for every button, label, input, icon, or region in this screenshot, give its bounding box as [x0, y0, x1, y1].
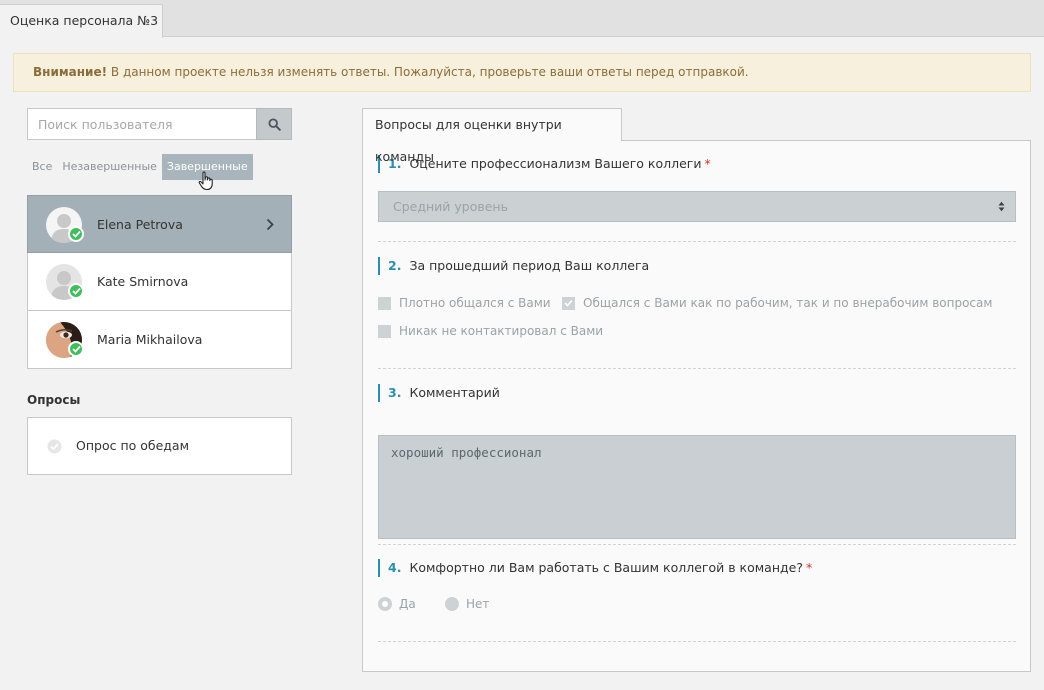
checkbox-label: Общался с Вами как по рабочим, так и по … [583, 296, 993, 310]
polls-heading: Опросы [27, 393, 81, 407]
question-text: За прошедший период Ваш коллега [409, 258, 650, 273]
filter-all[interactable]: Все [27, 154, 57, 180]
radio-option-no[interactable]: Нет [445, 597, 489, 611]
professionalism-select[interactable]: Средний уровень [378, 191, 1016, 222]
divider [378, 641, 1016, 642]
hand-cursor-icon [198, 171, 213, 191]
user-name: Maria Mikhailova [97, 332, 203, 347]
radio-label: Да [399, 597, 416, 611]
search-button[interactable] [256, 108, 292, 140]
completed-check-icon [68, 283, 84, 299]
alert-strong: Внимание! [33, 65, 108, 79]
question-text: Комментарий [409, 385, 500, 400]
divider [378, 544, 1016, 545]
checkbox-label: Никак не контактировал с Вами [399, 324, 604, 338]
select-value: Средний уровень [393, 199, 508, 214]
warning-alert: Внимание! В данном проекте нельзя изменя… [13, 53, 1031, 92]
question-2: 2. За прошедший период Ваш коллега Плотно… [378, 257, 1016, 369]
question-header: 3. Комментарий [378, 384, 1016, 402]
alert-text: В данном проекте нельзя изменять ответы.… [110, 65, 749, 79]
user-item-maria-mikhailova[interactable]: Maria Mikhailova [27, 311, 292, 369]
user-list: Elena Petrova Kate Smirnova Maria Mikhai… [27, 195, 292, 369]
question-1: 1.Оцените профессионализм Вашего коллеги… [378, 155, 1016, 242]
question-3: 3. Комментарий хороший профессионал [378, 384, 1016, 545]
search-input[interactable] [27, 108, 257, 140]
question-number: 4. [388, 560, 402, 575]
checkbox-checked[interactable] [562, 296, 575, 310]
user-name: Kate Smirnova [97, 274, 189, 289]
completed-check-icon [68, 226, 84, 242]
checkbox[interactable] [378, 296, 391, 310]
radio-label: Нет [466, 597, 490, 611]
poll-check-icon [47, 439, 62, 454]
question-text: Оцените профессионализм Вашего коллеги [409, 156, 702, 171]
question-number: 2. [388, 258, 402, 273]
question-header: 1.Оцените профессионализм Вашего коллеги… [378, 155, 1016, 173]
user-name: Elena Petrova [97, 217, 183, 232]
question-header: 2. За прошедший период Ваш коллега [378, 257, 1016, 275]
poll-name: Опрос по обедам [76, 438, 190, 453]
chevron-right-icon [266, 218, 274, 231]
user-item-kate-smirnova[interactable]: Kate Smirnova [27, 253, 292, 311]
radio[interactable] [445, 597, 459, 611]
tab-assessment[interactable]: Оценка персонала №3 [0, 4, 163, 38]
top-tab-bar: Оценка персонала №3 [0, 0, 1044, 38]
comment-textarea[interactable]: хороший профессионал [378, 435, 1016, 539]
search-icon [267, 117, 281, 131]
divider [378, 368, 1016, 369]
checkbox[interactable] [378, 324, 391, 338]
radio-option-yes[interactable]: Да [378, 597, 416, 611]
question-text: Комфортно ли Вам работать с Вашим коллег… [409, 560, 803, 575]
checkmark-icon [564, 299, 573, 307]
checkbox-option[interactable]: Общался с Вами как по рабочим, так и по … [562, 296, 992, 310]
user-item-elena-petrova[interactable]: Elena Petrova [27, 195, 292, 253]
checkbox-label: Плотно общался с Вами [399, 296, 551, 310]
poll-item[interactable]: Опрос по обедам [27, 417, 292, 475]
question-4: 4. Комфортно ли Вам работать с Вашим колл… [378, 559, 1016, 642]
filter-incomplete[interactable]: Незавершенные [57, 154, 162, 180]
select-arrows-icon [998, 201, 1005, 212]
radio-selected[interactable] [378, 597, 392, 611]
tab-team-questions[interactable]: Вопросы для оценки внутри команды [362, 108, 622, 164]
user-filters: Все Незавершенные Завершенные [27, 154, 253, 180]
checkbox-option[interactable]: Никак не контактировал с Вами [378, 324, 603, 338]
question-number: 3. [388, 385, 402, 400]
completed-check-icon [68, 341, 84, 357]
question-header: 4. Комфортно ли Вам работать с Вашим колл… [378, 559, 1016, 577]
divider [378, 241, 1016, 242]
required-marker: * [704, 156, 711, 171]
questions-panel: 1.Оцените профессионализм Вашего коллеги… [362, 140, 1031, 672]
required-marker: * [805, 560, 813, 575]
checkbox-option[interactable]: Плотно общался с Вами [378, 296, 551, 310]
